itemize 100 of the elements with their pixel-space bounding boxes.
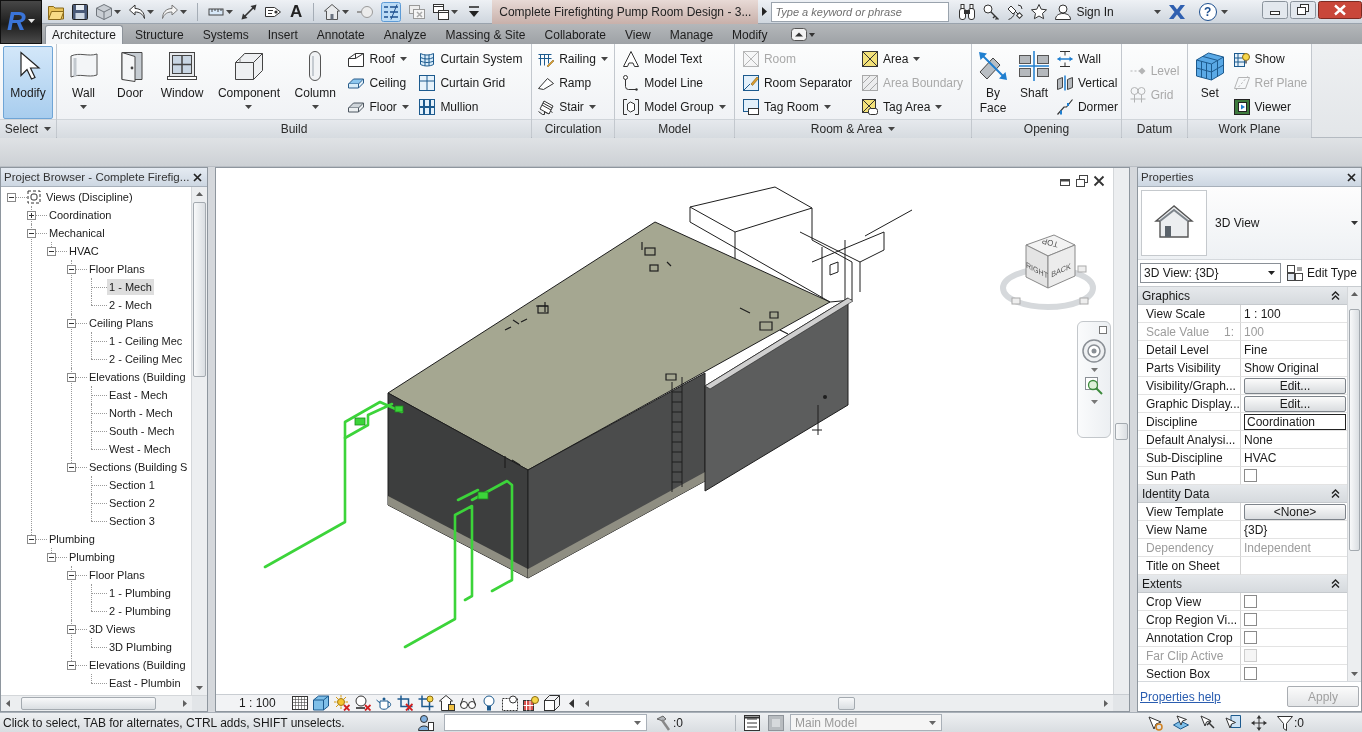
restore-icon[interactable] xyxy=(1290,1,1316,19)
ribbon-tab[interactable]: Architecture xyxy=(45,25,124,44)
ribbon-button[interactable]: By Face xyxy=(973,46,1013,119)
tree-item[interactable]: Sections (Building S xyxy=(87,459,190,475)
property-field[interactable]: Coordination xyxy=(1244,413,1346,430)
ribbon-button[interactable]: Railing xyxy=(536,46,610,71)
binoculars-icon[interactable] xyxy=(959,3,976,20)
close-icon[interactable] xyxy=(1347,172,1356,182)
property-group-header[interactable]: Graphics xyxy=(1138,287,1347,305)
arrow-down-icon[interactable] xyxy=(1351,672,1358,676)
tree-item[interactable]: 2 - Ceiling Mec xyxy=(107,351,185,367)
caret-icon[interactable] xyxy=(451,9,459,14)
view-cube[interactable] xyxy=(1000,234,1096,310)
help-button[interactable]: ? xyxy=(1198,2,1217,21)
edit-button[interactable]: <None> xyxy=(1244,503,1346,520)
tree-item[interactable]: 1 - Ceiling Mec xyxy=(107,333,185,349)
cube-icon[interactable] xyxy=(96,3,112,20)
search-field[interactable]: Type a keyword or phrase xyxy=(771,1,950,22)
tree-item[interactable]: 3D Plumbing xyxy=(107,639,174,655)
windows-cross-icon[interactable] xyxy=(409,3,426,20)
tree-item[interactable]: Plumbing xyxy=(47,531,97,547)
ribbon-button[interactable]: Viewer xyxy=(1231,94,1310,119)
ribbon-button[interactable]: Component xyxy=(213,46,284,119)
collapse-icon[interactable] xyxy=(67,264,76,274)
scrollbar[interactable] xyxy=(579,695,1113,711)
ribbon-button[interactable]: Ceiling xyxy=(346,70,411,95)
arrow-right-icon[interactable] xyxy=(762,7,768,16)
caret-icon[interactable] xyxy=(342,9,350,14)
collapse-icon[interactable] xyxy=(47,246,56,256)
arrow-up-icon[interactable] xyxy=(196,192,203,196)
collapse-icon[interactable] xyxy=(27,534,36,544)
sign-in-button[interactable]: Sign In xyxy=(1076,4,1114,19)
property-group-header[interactable]: Identity Data xyxy=(1138,485,1347,503)
ribbon-button[interactable]: Mullion xyxy=(417,94,525,119)
ribbon-button[interactable]: Wall xyxy=(63,46,104,119)
caret-icon[interactable] xyxy=(1220,9,1228,14)
ribbon-button[interactable]: Ramp xyxy=(536,70,610,95)
ribbon-tab[interactable]: Analyze xyxy=(376,25,434,44)
ribbon-tab[interactable]: Systems xyxy=(195,25,256,44)
box-outline-icon[interactable] xyxy=(543,695,560,711)
tree-item[interactable]: East - Plumbin xyxy=(107,675,183,691)
ribbon-button[interactable]: Wall xyxy=(1054,46,1120,71)
dashed-box-icon[interactable] xyxy=(501,695,518,711)
tree-item[interactable]: Plumbing xyxy=(67,549,117,565)
teapot-icon[interactable] xyxy=(375,695,392,711)
collapse-icon[interactable] xyxy=(1331,579,1340,588)
tree-item[interactable]: West - Mech xyxy=(107,441,173,457)
collapse-icon[interactable] xyxy=(47,552,56,562)
ribbon-button[interactable]: Shaft xyxy=(1013,46,1054,119)
ribbon-button[interactable]: Floor xyxy=(346,94,411,119)
sun-cross-icon[interactable] xyxy=(333,695,350,711)
chain-cursor-icon[interactable] xyxy=(1147,714,1163,731)
glasses-icon[interactable] xyxy=(459,695,476,711)
scrollbar[interactable] xyxy=(191,187,207,695)
checkbox[interactable] xyxy=(1244,667,1257,680)
view-scale-button[interactable]: 1 : 100 xyxy=(239,696,276,710)
scrollbar-thumb[interactable] xyxy=(193,202,206,377)
floppy-icon[interactable] xyxy=(72,3,88,20)
arrow-down-icon[interactable] xyxy=(196,686,203,690)
pin-cursor-icon[interactable] xyxy=(1199,714,1215,731)
caret-icon[interactable] xyxy=(114,9,121,14)
ribbon-button[interactable]: Column xyxy=(290,46,340,119)
view-dropdown[interactable]: 3D View: {3D} xyxy=(1140,263,1281,283)
redo-icon[interactable] xyxy=(162,3,178,20)
tree-item[interactable]: Mechanical xyxy=(47,225,107,241)
building-bulb-icon[interactable] xyxy=(522,695,539,711)
layers-cursor-icon[interactable] xyxy=(1173,714,1189,731)
collapse-icon[interactable] xyxy=(67,318,76,328)
tree-item[interactable]: 2 - Plumbing xyxy=(107,603,173,619)
ribbon-button[interactable]: Set xyxy=(1189,46,1230,119)
folder-icon[interactable] xyxy=(48,3,64,20)
navigation-bar[interactable] xyxy=(1077,321,1111,438)
close-icon[interactable] xyxy=(193,172,202,182)
collapse-icon[interactable] xyxy=(1331,291,1340,300)
scrollbar-thumb[interactable] xyxy=(21,697,157,710)
ribbon-button[interactable]: Model Text xyxy=(621,46,728,71)
ribbon-toggle-icon[interactable] xyxy=(791,27,816,41)
collapse-icon[interactable] xyxy=(7,192,16,202)
close-icon[interactable] xyxy=(1093,175,1105,187)
scroll-left-icon[interactable] xyxy=(568,698,574,708)
move-cursor-icon[interactable] xyxy=(1251,714,1267,731)
close-icon[interactable] xyxy=(1318,1,1362,19)
house-icon[interactable] xyxy=(324,3,341,20)
undo-icon[interactable] xyxy=(129,3,145,20)
ribbon-tab[interactable]: Massing & Site xyxy=(438,25,533,44)
checkbox[interactable] xyxy=(1244,595,1257,608)
tree-item[interactable]: 3D Views xyxy=(87,621,138,637)
thin-lines-icon[interactable] xyxy=(381,1,402,22)
ribbon-tab[interactable]: Modify xyxy=(725,25,775,44)
ribbon-tab[interactable]: Annotate xyxy=(309,25,372,44)
scrollbar[interactable] xyxy=(1347,287,1361,681)
house-lock-icon[interactable] xyxy=(438,695,455,711)
tree-item[interactable]: 1 - Mech xyxy=(107,279,154,295)
person-icon[interactable] xyxy=(1055,3,1072,20)
ribbon-button[interactable]: Curtain Grid xyxy=(417,70,525,95)
arrow-left-icon[interactable] xyxy=(584,699,589,707)
ribbon-button[interactable]: Show xyxy=(1231,46,1310,71)
ribbon-tab[interactable]: Structure xyxy=(128,25,191,44)
checkbox[interactable] xyxy=(1244,631,1257,644)
collapse-icon[interactable] xyxy=(67,570,76,580)
